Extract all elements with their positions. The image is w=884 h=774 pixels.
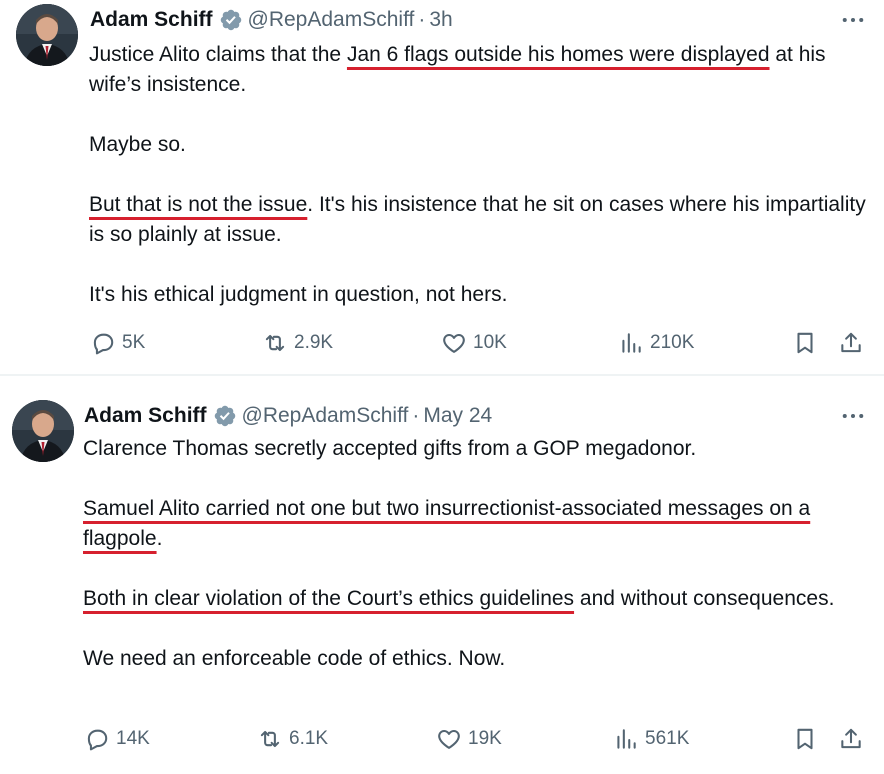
tweet-paragraph: Samuel Alito carried not one but two ins… — [83, 494, 863, 554]
tweet-paragraph: Both in clear violation of the Court’s e… — [83, 584, 863, 614]
views-button[interactable]: 210K — [618, 326, 694, 360]
share-icon — [841, 728, 861, 749]
timestamp[interactable]: May 24 — [423, 404, 492, 428]
tweet-paragraph: Justice Alito claims that the Jan 6 flag… — [89, 40, 869, 100]
author-handle[interactable]: @RepAdamSchiff — [248, 8, 415, 32]
bookmark-icon — [797, 728, 813, 750]
tweet-paragraph: But that is not the issue. It's his insi… — [89, 190, 869, 250]
tweet[interactable]: Adam Schiff @RepAdamSchiff · May 24 Clar… — [0, 376, 884, 774]
repost-count: 6.1K — [289, 728, 329, 749]
like-button[interactable]: 10K — [441, 326, 507, 360]
reply-icon — [87, 729, 108, 751]
tweet-paragraph: Clarence Thomas secretly accepted gifts … — [83, 434, 863, 464]
reply-button[interactable]: 14K — [84, 722, 150, 756]
verified-badge-icon[interactable] — [213, 404, 237, 428]
more-options-icon[interactable] — [838, 404, 868, 428]
bookmark-button[interactable] — [792, 722, 818, 756]
text-segment: . — [156, 527, 163, 550]
underlined-text: Both in clear violation of the Court’s e… — [83, 587, 575, 610]
more-options-icon[interactable] — [838, 8, 868, 32]
underlined-text: Jan 6 flags outside his homes were displ… — [346, 43, 770, 66]
views-chart-icon — [617, 729, 636, 749]
tweet-actions: 14K 6.1K 19K 561K — [0, 722, 884, 756]
tweet-paragraph: It's his ethical judgment in question, n… — [89, 280, 869, 310]
repost-icon — [265, 334, 285, 352]
reply-count: 14K — [116, 728, 150, 749]
share-icon — [841, 332, 861, 353]
share-button[interactable] — [838, 722, 864, 756]
like-count: 19K — [468, 728, 502, 749]
text-segment: Maybe so. — [89, 133, 186, 156]
tweet-header: Adam Schiff @RepAdamSchiff · May 24 — [84, 398, 492, 434]
reply-button[interactable]: 5K — [90, 326, 145, 360]
author-name[interactable]: Adam Schiff — [84, 404, 207, 428]
tweet-header: Adam Schiff @RepAdamSchiff · 3h — [90, 2, 453, 38]
text-segment: and without consequences. — [574, 587, 835, 610]
avatar[interactable] — [16, 4, 78, 66]
text-segment: We need an enforceable code of ethics. N… — [83, 647, 506, 670]
tweet[interactable]: Adam Schiff @RepAdamSchiff · 3h Justice … — [0, 0, 884, 374]
views-chart-icon — [622, 333, 641, 353]
author-name[interactable]: Adam Schiff — [90, 8, 213, 32]
bookmark-icon — [797, 332, 813, 354]
like-count: 10K — [473, 332, 507, 353]
heart-icon — [438, 729, 460, 749]
text-segment: It's his ethical judgment in question, n… — [89, 283, 508, 306]
tweet-text: Justice Alito claims that the Jan 6 flag… — [89, 40, 869, 310]
tweet-paragraph: We need an enforceable code of ethics. N… — [83, 644, 863, 674]
tweet-actions: 5K 2.9K 10K 210K — [0, 326, 884, 360]
bookmark-button[interactable] — [792, 326, 818, 360]
author-handle[interactable]: @RepAdamSchiff — [242, 404, 409, 428]
text-segment: Justice Alito claims that the — [89, 43, 347, 66]
avatar[interactable] — [12, 400, 74, 462]
repost-count: 2.9K — [294, 332, 334, 353]
tweet-text: Clarence Thomas secretly accepted gifts … — [83, 434, 863, 674]
repost-icon — [260, 730, 280, 748]
underlined-text: Samuel Alito carried not one but two ins… — [83, 497, 811, 550]
heart-icon — [443, 333, 465, 353]
underlined-text: But that is not the issue — [89, 193, 308, 216]
separator: · — [412, 404, 420, 427]
view-count: 561K — [645, 728, 690, 749]
verified-badge-icon[interactable] — [219, 8, 243, 32]
separator: · — [418, 8, 426, 31]
views-button[interactable]: 561K — [613, 722, 689, 756]
tweet-paragraph: Maybe so. — [89, 130, 869, 160]
repost-button[interactable]: 2.9K — [262, 326, 333, 360]
share-button[interactable] — [838, 326, 864, 360]
repost-button[interactable]: 6.1K — [257, 722, 328, 756]
text-segment: Clarence Thomas secretly accepted gifts … — [83, 437, 697, 460]
reply-count: 5K — [122, 332, 146, 353]
timestamp[interactable]: 3h — [429, 8, 452, 32]
view-count: 210K — [650, 332, 695, 353]
like-button[interactable]: 19K — [436, 722, 502, 756]
reply-icon — [93, 333, 114, 355]
